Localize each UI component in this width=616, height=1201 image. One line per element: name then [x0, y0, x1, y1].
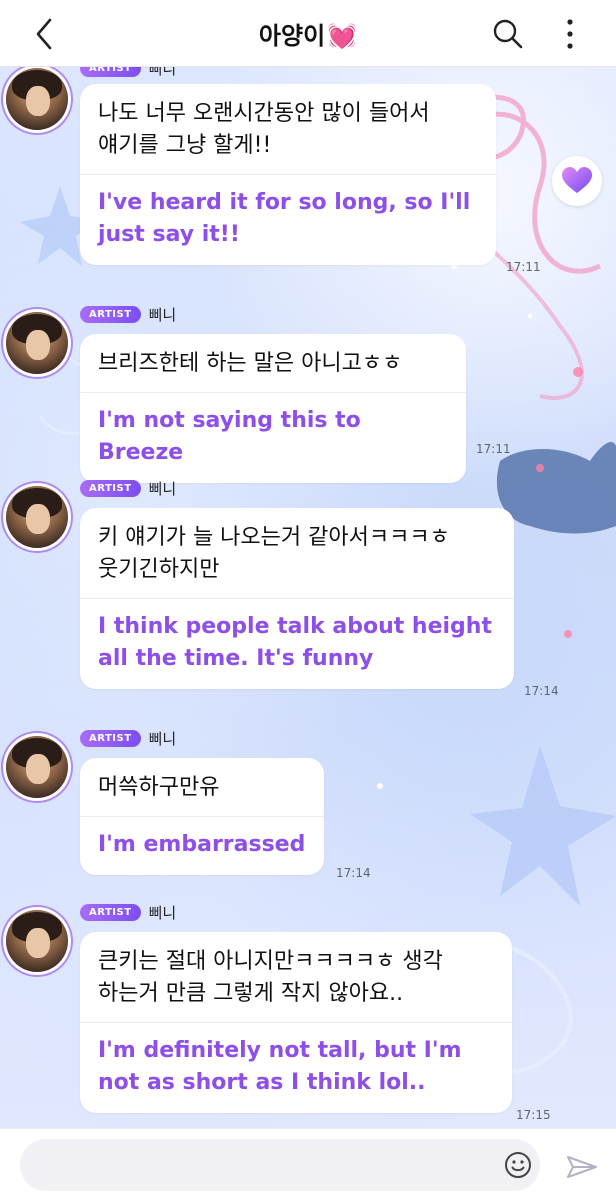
- chat-header: 아양이💓: [0, 0, 616, 67]
- message-bubble[interactable]: 브리즈한테 하는 말은 아니고ㅎㅎ I'm not saying this to…: [80, 334, 466, 483]
- avatar[interactable]: [6, 736, 68, 798]
- message-bubble[interactable]: 키 얘기가 늘 나오는거 같아서ㅋㅋㅋㅎ 웃기긴하지만 I think peop…: [80, 508, 514, 689]
- smiley-icon[interactable]: [502, 1149, 534, 1181]
- message-text-translation: I've heard it for so long, so I'll just …: [98, 190, 471, 247]
- artist-badge: ARTIST: [80, 306, 141, 323]
- message-text-translation: I think people talk about height all the…: [98, 614, 492, 671]
- message-timestamp: 17:11: [476, 442, 511, 456]
- sender-row: ARTIST 삐니: [80, 478, 176, 500]
- sender-name: 삐니: [148, 306, 177, 324]
- message-timestamp: 17:14: [336, 866, 371, 880]
- message-timestamp: 17:14: [524, 684, 559, 698]
- message-bubble[interactable]: 큰키는 절대 아니지만ㅋㅋㅋㅋㅎ 생각 하는거 만큼 그렇게 작지 않아요.. …: [80, 932, 512, 1113]
- message-input[interactable]: [20, 1139, 540, 1191]
- chat-title-text: 아양이: [258, 22, 326, 50]
- search-icon[interactable]: [490, 16, 526, 52]
- artist-badge: ARTIST: [80, 730, 141, 747]
- chat-area[interactable]: ARTIST 삐니 나도 너무 오랜시간동안 많이 들어서 얘기를 그냥 할게!!…: [0, 66, 616, 1128]
- paper-plane-icon[interactable]: [564, 1149, 600, 1185]
- artist-badge: ARTIST: [80, 480, 141, 497]
- floating-heart-button[interactable]: [552, 156, 602, 206]
- message-text-korean: 키 얘기가 늘 나오는거 같아서ㅋㅋㅋㅎ 웃기긴하지만: [98, 525, 450, 582]
- message-text-korean: 브리즈한테 하는 말은 아니고ㅎㅎ: [98, 351, 403, 376]
- sender-row: ARTIST 삐니: [80, 304, 176, 326]
- sender-name: 삐니: [148, 480, 177, 498]
- avatar[interactable]: [6, 68, 68, 130]
- artist-badge: ARTIST: [80, 66, 141, 77]
- sender-row: ARTIST 삐니: [80, 902, 176, 924]
- heart-emoji: 💓: [327, 22, 358, 50]
- message-text-translation: I'm embarrassed: [98, 832, 306, 857]
- artist-badge: ARTIST: [80, 904, 141, 921]
- sender-name: 삐니: [148, 66, 177, 78]
- message-text-translation: I'm not saying this to Breeze: [98, 408, 361, 465]
- message-text-korean: 큰키는 절대 아니지만ㅋㅋㅋㅋㅎ 생각 하는거 만큼 그렇게 작지 않아요..: [98, 949, 443, 1006]
- purple-heart-icon: [562, 167, 592, 193]
- message-input-bar: [0, 1128, 616, 1201]
- sender-row: ARTIST 삐니: [80, 728, 176, 750]
- avatar[interactable]: [6, 910, 68, 972]
- sender-name: 삐니: [148, 904, 177, 922]
- message-bubble[interactable]: 나도 너무 오랜시간동안 많이 들어서 얘기를 그냥 할게!! I've hea…: [80, 84, 496, 265]
- message-timestamp: 17:15: [516, 1108, 551, 1122]
- sender-row: ARTIST 삐니: [80, 66, 176, 80]
- sender-name: 삐니: [148, 730, 177, 748]
- more-vertical-icon[interactable]: [558, 14, 582, 54]
- message-text-korean: 나도 너무 오랜시간동안 많이 들어서 얘기를 그냥 할게!!: [98, 101, 430, 158]
- message-timestamp: 17:11: [506, 260, 541, 274]
- message-bubble[interactable]: 머쓱하구만유 I'm embarrassed: [80, 758, 324, 875]
- message-text-translation: I'm definitely not tall, but I'm not as …: [98, 1038, 462, 1095]
- avatar[interactable]: [6, 486, 68, 548]
- avatar[interactable]: [6, 312, 68, 374]
- message-text-korean: 머쓱하구만유: [98, 775, 220, 800]
